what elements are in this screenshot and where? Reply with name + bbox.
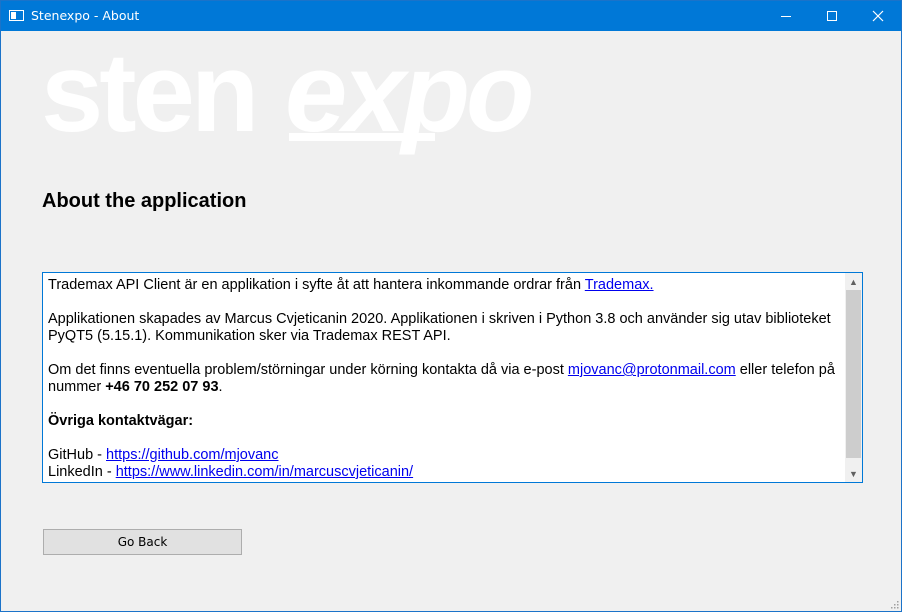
intro-text: Trademax API Client är en applikation i … [48, 277, 585, 293]
minimize-button[interactable] [763, 1, 809, 31]
creator-text: Applikationen skapades av Marcus Cvjetic… [48, 311, 831, 344]
about-text-area[interactable]: Trademax API Client är en applikation i … [42, 272, 863, 483]
window-title: Stenexpo - About [31, 8, 140, 23]
email-link[interactable]: mjovanc@protonmail.com [568, 362, 736, 378]
page-title: About the application [42, 190, 247, 212]
github-link[interactable]: https://github.com/mjovanc [106, 447, 278, 463]
scroll-thumb[interactable] [846, 290, 861, 458]
linkedin-link[interactable]: https://www.linkedin.com/in/marcuscvjeti… [116, 464, 413, 480]
trademax-link[interactable]: Trademax. [585, 277, 654, 293]
close-icon [872, 10, 884, 22]
go-back-button[interactable]: Go Back [43, 529, 242, 555]
about-text-content: Trademax API Client är en applikation i … [48, 277, 846, 481]
title-bar[interactable]: Stenexpo - About [1, 1, 901, 31]
logo-underline [289, 133, 435, 141]
contacts-heading: Övriga kontaktvägar: [48, 413, 194, 429]
phone-number: +46 70 252 07 93 [105, 379, 219, 395]
close-button[interactable] [855, 1, 901, 31]
maximize-button[interactable] [809, 1, 855, 31]
support-text-a: Om det finns eventuella problem/störning… [48, 362, 568, 378]
stenexpo-logo: sten expo [39, 30, 599, 161]
app-window-icon [9, 10, 24, 21]
minimize-icon [781, 15, 791, 17]
resize-grip-icon[interactable] [889, 599, 899, 609]
logo-text-sten: sten [41, 41, 255, 155]
linkedin-label: LinkedIn - [48, 464, 116, 480]
vertical-scrollbar[interactable]: ▲ ▼ [845, 273, 862, 482]
scroll-down-icon[interactable]: ▼ [845, 465, 862, 482]
about-window: Stenexpo - About sten expo About the app… [0, 0, 902, 612]
github-label: GitHub - [48, 447, 107, 463]
scroll-up-icon[interactable]: ▲ [845, 273, 862, 290]
maximize-icon [827, 11, 837, 21]
support-text-c: . [218, 379, 223, 395]
